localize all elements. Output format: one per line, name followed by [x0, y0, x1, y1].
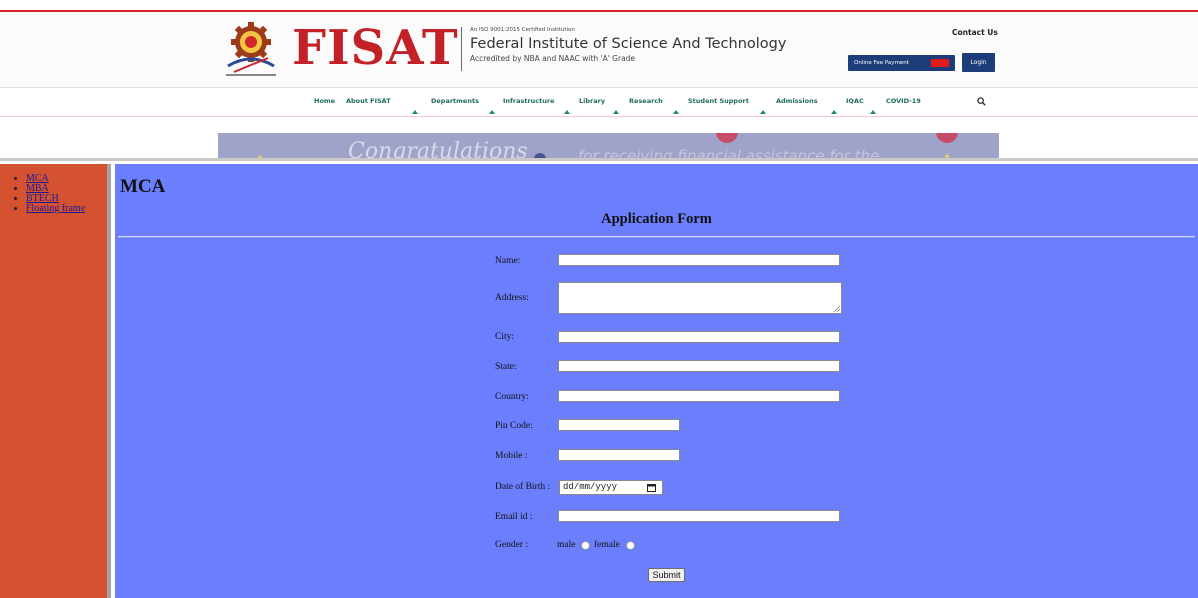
chevron-down-icon: [613, 110, 619, 114]
mobile-field[interactable]: [558, 449, 680, 461]
pin-code-field[interactable]: [558, 419, 680, 431]
fisat-logo-text[interactable]: FISAT: [292, 23, 459, 73]
left-nav-frame: MCA MBA BTECH Floating frame: [0, 164, 111, 598]
chevron-down-icon: [412, 110, 418, 114]
chevron-down-icon: [564, 110, 570, 114]
banner-decoration: [936, 133, 958, 143]
email-field[interactable]: [558, 510, 840, 522]
state-field[interactable]: [558, 360, 840, 372]
chevron-down-icon: [760, 110, 766, 114]
nav-item-student-support[interactable]: Student Support: [688, 97, 749, 105]
mobile-label: Mobile :: [495, 451, 528, 461]
site-header-frame: FISAT An ISO 9001:2015 Certified Institu…: [0, 0, 1198, 161]
dob-label: Date of Birth :: [495, 482, 551, 492]
banner-decoration: [716, 133, 738, 143]
calendar-icon[interactable]: [647, 483, 656, 492]
institute-name: Federal Institute of Science And Technol…: [470, 36, 787, 52]
payment-flag-icon: [931, 59, 949, 67]
contact-us-link[interactable]: Contact Us: [952, 28, 998, 37]
banner-script-text: Congratulations: [348, 139, 528, 161]
iso-certification-text: An ISO 9001:2015 Certified Institution: [470, 27, 575, 33]
nav-item-research[interactable]: Research: [629, 97, 663, 105]
chevron-down-icon: [831, 110, 837, 114]
city-label: City:: [495, 332, 515, 342]
form-title: Application Form: [601, 211, 712, 227]
fee-payment-label: Online Fee Payment: [854, 60, 909, 66]
gender-male-radio[interactable]: [581, 541, 590, 550]
nav-item-infrastructure[interactable]: Infrastructure: [503, 97, 554, 105]
nav-item-home[interactable]: Home: [314, 97, 335, 105]
main-navigation: Home About FISAT Departments Infrastruct…: [0, 89, 1198, 117]
date-placeholder: dd/mm/yyyy: [563, 482, 618, 492]
address-field[interactable]: [558, 282, 842, 314]
login-button[interactable]: Login: [962, 53, 995, 72]
nav-item-library[interactable]: Library: [579, 97, 605, 105]
logo-divider: [461, 27, 462, 71]
fisat-emblem-icon[interactable]: [218, 22, 284, 78]
banner-decoration: [534, 153, 546, 158]
gender-label: Gender :: [495, 540, 528, 550]
resize-handle-icon[interactable]: [834, 306, 840, 312]
nav-item-departments[interactable]: Departments: [431, 97, 479, 105]
gender-option-male-label: male: [557, 540, 576, 550]
course-list: MCA MBA BTECH Floating frame: [8, 174, 85, 214]
course-link-floating-frame[interactable]: Floating frame: [26, 203, 85, 214]
nav-item-covid[interactable]: COVID-19: [886, 97, 921, 105]
divider: [118, 236, 1195, 238]
nav-item-about[interactable]: About FISAT: [346, 97, 391, 105]
chevron-down-icon: [673, 110, 679, 114]
state-label: State:: [495, 362, 517, 372]
nav-item-admissions[interactable]: Admissions: [776, 97, 818, 105]
list-item: Floating frame: [26, 204, 85, 214]
gender-female-radio[interactable]: [626, 541, 635, 550]
application-form-frame: MCA Application Form Name: Address: City…: [115, 164, 1198, 598]
online-fee-payment-button[interactable]: Online Fee Payment: [848, 55, 955, 71]
address-label: Address:: [495, 293, 529, 303]
date-of-birth-field[interactable]: dd/mm/yyyy: [559, 480, 663, 495]
country-field[interactable]: [558, 390, 840, 402]
accreditation-text: Accredited by NBA and NAAC with 'A' Grad…: [470, 54, 636, 63]
pin-code-label: Pin Code:: [495, 421, 533, 431]
nav-item-iqac[interactable]: IQAC: [846, 97, 864, 105]
chevron-down-icon: [870, 110, 876, 114]
search-icon[interactable]: [977, 97, 986, 106]
page-title: MCA: [120, 176, 166, 197]
country-label: Country:: [495, 392, 529, 402]
submit-button[interactable]: Submit: [648, 568, 685, 582]
chevron-down-icon: [489, 110, 495, 114]
announcement-banner[interactable]: ✦ ✦ Congratulations for receiving financ…: [218, 133, 999, 161]
name-label: Name:: [495, 256, 521, 266]
sparkle-icon: ✦: [256, 153, 265, 161]
gender-option-female-label: female: [594, 540, 620, 550]
sparkle-icon: ✦: [943, 152, 952, 161]
banner-text: for receiving financial assistance for t…: [578, 147, 880, 161]
name-field[interactable]: [558, 254, 840, 266]
city-field[interactable]: [558, 331, 840, 343]
email-label: Email id :: [495, 512, 533, 522]
